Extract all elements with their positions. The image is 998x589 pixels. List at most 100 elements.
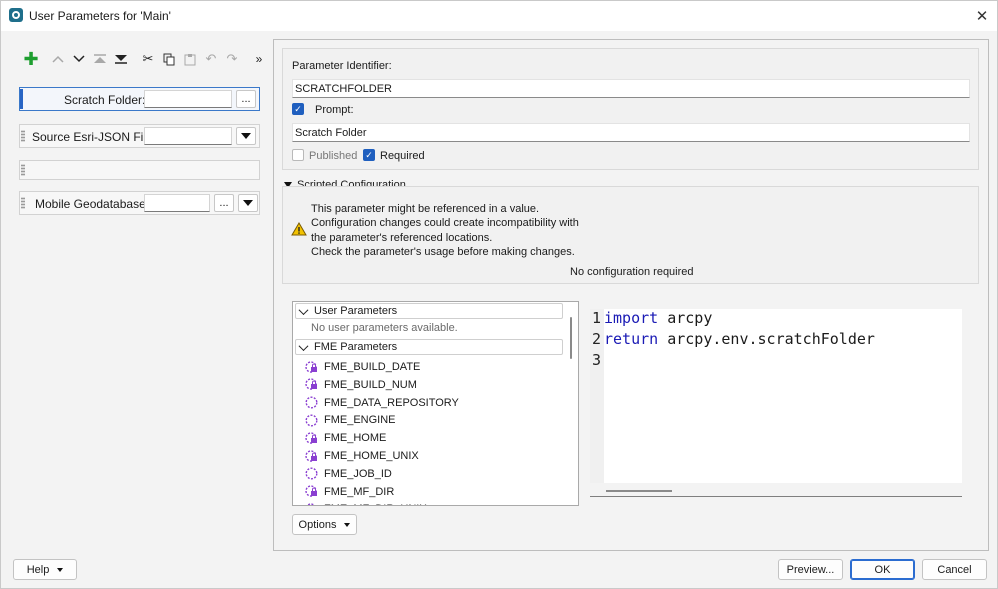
redo-icon: ↷: [226, 51, 238, 66]
fme-parameter-item[interactable]: FME_JOB_ID: [305, 465, 392, 483]
redo-button[interactable]: ↷: [222, 49, 242, 69]
drag-handle[interactable]: [21, 164, 25, 176]
fme-parameter-item[interactable]: FME_BUILD_NUM: [305, 376, 417, 394]
chevron-down-icon: [298, 304, 309, 315]
published-label: Published: [309, 150, 358, 162]
clipboard-icon: [184, 53, 196, 65]
parameter-properties-panel: Parameter Identifier: SCRATCHFOLDER ✓ Pr…: [273, 39, 989, 551]
source-esri-json-input[interactable]: [144, 127, 232, 145]
code-line: 2 return arcpy.env.scratchFolder: [592, 330, 875, 348]
parameter-row-empty[interactable]: [19, 160, 260, 180]
drag-handle[interactable]: [20, 89, 23, 109]
locked-parameter-icon: [305, 431, 317, 444]
scripted-configuration-group: This parameter might be referenced in a …: [282, 186, 979, 284]
parameter-row-source-esri-json[interactable]: Source Esri-JSON File:*: [19, 124, 260, 148]
fme-parameters-header[interactable]: FME Parameters: [295, 339, 563, 355]
cut-button[interactable]: ✂: [138, 49, 158, 69]
parameter-label: Source Esri-JSON File:*: [32, 130, 160, 144]
identifier-label: Parameter Identifier:: [292, 60, 392, 72]
dropdown-arrow-icon: [241, 133, 251, 139]
fme-parameter-item[interactable]: FME_DATA_REPOSITORY: [305, 394, 459, 412]
user-parameters-empty: No user parameters available.: [311, 322, 458, 334]
scratch-folder-browse-button[interactable]: ...: [236, 90, 256, 108]
parameter-icon: [305, 467, 318, 480]
script-editor[interactable]: 1 import arcpy 2 return arcpy.env.scratchF…: [590, 309, 962, 483]
parameter-icon: [305, 414, 318, 427]
code-line: 1 import arcpy: [592, 309, 713, 327]
parameter-row-mobile-geodatabase[interactable]: Mobile Geodatabase:* ...: [19, 191, 260, 215]
dropdown-arrow-icon: [243, 200, 253, 206]
move-to-top-button[interactable]: [90, 49, 110, 69]
prompt-checkbox[interactable]: ✓: [292, 103, 304, 115]
fme-parameter-item[interactable]: FME_HOME_UNIX: [305, 447, 419, 465]
plus-icon: ✚: [23, 48, 39, 69]
required-label: Required: [380, 150, 425, 162]
locked-parameter-icon: [305, 485, 317, 497]
preview-button[interactable]: Preview...: [778, 559, 843, 580]
copy-button[interactable]: [159, 49, 179, 69]
fme-app-icon: [9, 8, 23, 22]
identifier-group: Parameter Identifier: SCRATCHFOLDER ✓ Pr…: [282, 48, 979, 170]
parameter-tree[interactable]: User Parameters No user parameters avail…: [292, 301, 579, 506]
dropdown-arrow-icon: [344, 522, 351, 527]
published-checkbox[interactable]: [292, 149, 304, 161]
locked-parameter-icon: [306, 503, 316, 505]
drag-handle[interactable]: [21, 197, 25, 209]
title-bar: User Parameters for 'Main' ✕: [1, 1, 997, 31]
locked-parameter-icon: [305, 378, 317, 390]
prompt-label: Prompt:: [315, 104, 354, 116]
source-esri-json-dropdown-button[interactable]: [236, 127, 256, 145]
move-to-bottom-button[interactable]: [111, 49, 131, 69]
tree-scrollbar[interactable]: [570, 317, 572, 359]
mobile-geodatabase-input[interactable]: [144, 194, 210, 212]
move-top-icon: [94, 54, 106, 63]
chevron-down-icon: [298, 340, 309, 351]
required-checkbox[interactable]: ✓: [363, 149, 375, 161]
parameter-label: Scratch Folder:*: [64, 93, 149, 107]
parameter-toolbar: ✚ ✂ ↶ ↷ »: [21, 49, 270, 69]
parameter-row-scratch-folder[interactable]: Scratch Folder:* ...: [19, 87, 260, 111]
help-button[interactable]: Help: [13, 559, 77, 580]
ok-button[interactable]: OK: [850, 559, 915, 580]
dialog-window: User Parameters for 'Main' ✕ ✚ ✂ ↶ ↷ » S…: [0, 0, 998, 589]
locked-parameter-icon: [305, 360, 317, 373]
chevron-down-icon: [73, 55, 85, 63]
move-up-button[interactable]: [48, 49, 68, 69]
double-chevron-right-icon: »: [255, 52, 263, 66]
dropdown-arrow-icon: [57, 567, 64, 572]
parameter-label: Mobile Geodatabase:*: [35, 197, 153, 211]
fme-parameter-item[interactable]: FME_BUILD_DATE: [305, 358, 420, 376]
prompt-input[interactable]: Scratch Folder: [292, 123, 970, 142]
paste-button[interactable]: [180, 49, 200, 69]
window-title: User Parameters for 'Main': [29, 9, 171, 23]
locked-parameter-icon: [305, 449, 317, 462]
fme-parameter-item[interactable]: FME_MF_DIR_UNIX: [305, 500, 427, 505]
copy-icon: [163, 53, 175, 65]
undo-button[interactable]: ↶: [201, 49, 221, 69]
more-button[interactable]: »: [249, 49, 269, 69]
chevron-up-icon: [52, 55, 64, 63]
options-button[interactable]: Options: [292, 514, 357, 535]
parameter-list-panel: ✚ ✂ ↶ ↷ » Scratch Folder: ... Source Esr…: [9, 39, 267, 551]
scratch-folder-input[interactable]: [144, 90, 232, 108]
warning-message: This parameter might be referenced in a …: [311, 203, 579, 258]
editor-horizontal-scrollbar[interactable]: [590, 487, 962, 497]
drag-handle[interactable]: [21, 130, 25, 142]
warning-icon: [291, 222, 307, 236]
fme-parameter-item[interactable]: FME_HOME: [305, 429, 386, 447]
cancel-button[interactable]: Cancel: [922, 559, 987, 580]
mobile-geodatabase-dropdown-button[interactable]: [238, 194, 258, 212]
identifier-input[interactable]: SCRATCHFOLDER: [292, 79, 970, 98]
parameter-icon: [305, 396, 318, 409]
fme-parameter-item[interactable]: FME_ENGINE: [305, 411, 396, 429]
user-parameters-header[interactable]: User Parameters: [295, 303, 563, 319]
close-button[interactable]: ✕: [967, 1, 997, 31]
fme-parameter-item[interactable]: FME_MF_DIR: [305, 483, 394, 501]
close-icon: ✕: [975, 8, 989, 25]
scissors-icon: ✂: [142, 51, 154, 66]
add-parameter-button[interactable]: ✚: [21, 49, 41, 69]
move-bottom-icon: [115, 55, 127, 64]
code-line: 3: [592, 351, 602, 369]
move-down-button[interactable]: [69, 49, 89, 69]
mobile-geodatabase-browse-button[interactable]: ...: [214, 194, 234, 212]
